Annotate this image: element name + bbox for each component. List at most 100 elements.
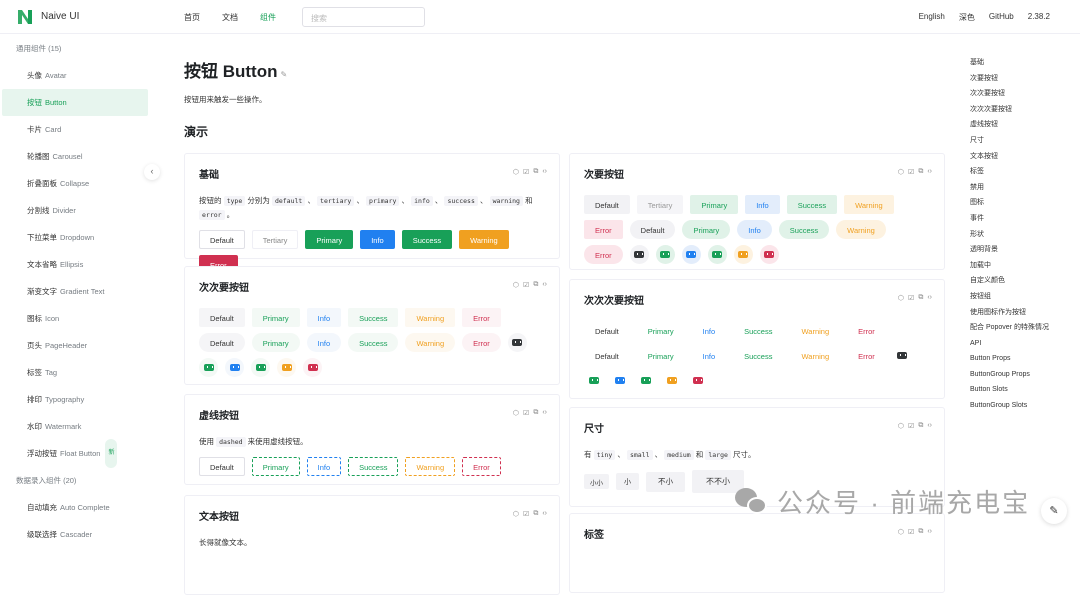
button-info[interactable]: Info (737, 220, 772, 239)
code-icon[interactable]: ‹› (542, 168, 547, 176)
button-default[interactable]: Default (629, 220, 676, 239)
toc-link[interactable]: 自定义颜色 (970, 273, 1049, 289)
edit-icon[interactable]: ☑ (908, 528, 914, 536)
button-warning[interactable]: Warning (405, 457, 456, 476)
button-size-medium[interactable]: 不小 (646, 471, 685, 492)
edit-icon[interactable]: ☑ (523, 510, 529, 518)
copy-icon[interactable]: ⧉ (533, 168, 538, 176)
sidebar-item-watermark[interactable]: 水印 Watermark (2, 413, 148, 440)
sidebar-item-carousel[interactable]: 轮播图 Carousel (2, 143, 148, 170)
button-info[interactable]: Info (306, 333, 342, 352)
toc-link[interactable]: 次要按钮 (970, 71, 1049, 87)
naive-ui-logo-icon[interactable] (16, 8, 34, 26)
button-info[interactable]: Info (360, 230, 395, 249)
sidebar-item-card[interactable]: 卡片 Card (2, 116, 148, 143)
sidebar-item-tag[interactable]: 标签 Tag (2, 359, 148, 386)
sidebar-item-gradient-text[interactable]: 渐变文字 Gradient Text (2, 278, 148, 305)
theme-edit-fab[interactable]: ✎ (1041, 498, 1067, 524)
button-default[interactable]: Default (584, 346, 630, 365)
icon-button-primary[interactable] (199, 358, 218, 377)
button-info[interactable]: Info (692, 346, 727, 365)
edit-icon[interactable]: ☑ (908, 294, 914, 302)
icon-button-primary[interactable] (584, 371, 603, 390)
button-error[interactable]: Error (584, 245, 623, 264)
toc-link[interactable]: 图标 (970, 195, 1049, 211)
toc-link[interactable]: 尺寸 (970, 133, 1049, 149)
button-primary[interactable]: Primary (251, 333, 300, 352)
language-toggle[interactable]: English (919, 12, 945, 23)
copy-icon[interactable]: ⧉ (918, 168, 923, 176)
icon-button-primary[interactable] (655, 245, 675, 264)
sidebar-item-pageheader[interactable]: 页头 PageHeader (2, 332, 148, 359)
icon-button-error[interactable] (303, 358, 322, 377)
copy-icon[interactable]: ⧉ (918, 422, 923, 430)
toc-link[interactable]: 次次次要按钮 (970, 102, 1049, 118)
nav-components[interactable]: 组件 (260, 12, 276, 23)
button-primary[interactable]: Primary (690, 195, 739, 214)
icon-button-warning[interactable] (277, 358, 296, 377)
button-size-small[interactable]: 小 (616, 473, 639, 490)
sidebar-item-typography[interactable]: 排印 Typography (2, 386, 148, 413)
button-error[interactable]: Error (847, 321, 886, 340)
icon-button-info[interactable] (610, 371, 629, 390)
toc-link[interactable]: 文本按钮 (970, 149, 1049, 165)
sidebar-item-auto-complete[interactable]: 自动填充 Auto Complete (2, 494, 148, 521)
toc-link[interactable]: 标签 (970, 164, 1049, 180)
brand-name[interactable]: Naive UI (41, 11, 79, 22)
button-error[interactable]: Error (462, 457, 501, 476)
button-success[interactable]: Success (733, 321, 783, 340)
button-warning[interactable]: Warning (405, 308, 456, 327)
toc-link[interactable]: API (970, 336, 1049, 352)
icon-button-error[interactable] (759, 245, 779, 264)
button-success[interactable]: Success (348, 308, 399, 327)
button-warning[interactable]: Warning (790, 321, 840, 340)
toc-link[interactable]: Button Props (970, 351, 1049, 367)
button-error[interactable]: Error (462, 333, 501, 352)
button-info[interactable]: Info (692, 321, 727, 340)
button-default[interactable]: Default (584, 195, 630, 214)
cube-icon[interactable]: ⬡ (898, 422, 904, 430)
cube-icon[interactable]: ⬡ (513, 510, 519, 518)
cube-icon[interactable]: ⬡ (513, 168, 519, 176)
toc-link[interactable]: 基础 (970, 55, 1049, 71)
button-primary[interactable]: Primary (251, 308, 300, 327)
toc-link[interactable]: 次次要按钮 (970, 86, 1049, 102)
cube-icon[interactable]: ⬡ (898, 168, 904, 176)
cube-icon[interactable]: ⬡ (513, 409, 519, 417)
button-error[interactable]: Error (584, 220, 623, 239)
button-primary[interactable]: Primary (305, 230, 354, 249)
icon-button-warning[interactable] (662, 371, 681, 390)
code-icon[interactable]: ‹› (542, 510, 547, 518)
sidebar-item-float-button[interactable]: 浮动按钮 Float Button 新 (2, 439, 148, 468)
toc-link[interactable]: 按钮组 (970, 289, 1049, 305)
button-warning[interactable]: Warning (836, 220, 886, 239)
sidebar-item-divider[interactable]: 分割线 Divider (2, 197, 148, 224)
cube-icon[interactable]: ⬡ (513, 281, 519, 289)
collapse-sidebar-button[interactable]: ‹ (144, 164, 160, 180)
button-default[interactable]: Default (199, 333, 245, 352)
icon-button-error[interactable] (688, 371, 707, 390)
button-success[interactable]: Success (778, 220, 830, 239)
icon-button-info[interactable] (681, 245, 701, 264)
toc-link[interactable]: 配合 Popover 的特殊情况 (970, 320, 1049, 336)
sidebar-item-dropdown[interactable]: 下拉菜单 Dropdown (2, 224, 148, 251)
button-info[interactable]: Info (745, 195, 780, 214)
theme-toggle[interactable]: 深色 (959, 12, 975, 23)
button-warning[interactable]: Warning (459, 230, 509, 249)
copy-icon[interactable]: ⧉ (918, 294, 923, 302)
button-size-tiny[interactable]: 小小 (584, 474, 609, 489)
toc-link[interactable]: 形状 (970, 227, 1049, 243)
code-icon[interactable]: ‹› (927, 422, 932, 430)
button-error[interactable]: Error (462, 308, 501, 327)
sidebar-item-collapse[interactable]: 折叠面板 Collapse (2, 170, 148, 197)
edit-icon[interactable]: ☑ (908, 168, 914, 176)
icon-button-default[interactable] (507, 333, 527, 352)
copy-icon[interactable]: ⧉ (918, 528, 923, 536)
copy-icon[interactable]: ⧉ (533, 409, 538, 417)
copy-icon[interactable]: ⧉ (533, 510, 538, 518)
code-icon[interactable]: ‹› (542, 409, 547, 417)
button-success[interactable]: Success (786, 195, 838, 214)
toc-link[interactable]: ButtonGroup Slots (970, 398, 1049, 414)
search-input[interactable]: 搜索 (302, 7, 425, 27)
sidebar-item-ellipsis[interactable]: 文本省略 Ellipsis (2, 251, 148, 278)
